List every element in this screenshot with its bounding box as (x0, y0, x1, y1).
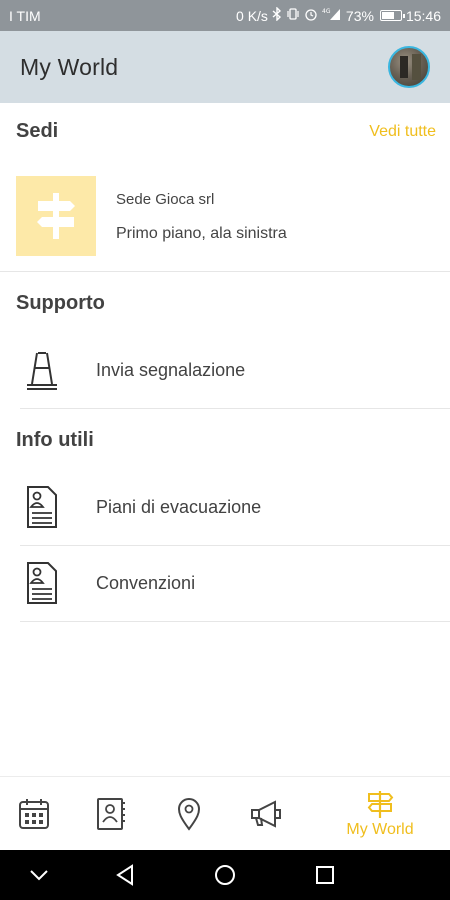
svg-text:4G: 4G (322, 8, 331, 15)
see-all-link[interactable]: Vedi tutte (369, 123, 436, 141)
nav-item-calendar[interactable] (14, 777, 54, 851)
row-divider (20, 621, 450, 622)
avatar[interactable] (388, 46, 430, 88)
traffic-cone-icon (22, 349, 62, 393)
list-item-label: Convenzioni (96, 573, 196, 593)
signpost-icon (367, 791, 394, 818)
nav-item-label: My World (346, 821, 414, 838)
hide-keyboard-icon[interactable] (24, 860, 54, 890)
bluetooth-icon (272, 6, 282, 24)
sede-thumbnail (16, 176, 96, 256)
location-pin-icon (177, 798, 201, 831)
nav-item-contacts[interactable] (91, 777, 131, 851)
info-heading: Info utili (16, 429, 94, 451)
page-title: My World (20, 53, 119, 80)
list-item-label: Piani di evacuazione (96, 497, 262, 517)
signal-icon: 4G (322, 7, 342, 24)
calendar-icon (19, 799, 49, 829)
home-icon[interactable] (210, 860, 240, 890)
clock: 15:46 (405, 7, 441, 24)
system-nav-bar (0, 850, 450, 900)
sede-detail: Primo piano, ala sinistra (116, 225, 287, 242)
section-divider (0, 271, 450, 272)
document-person-icon (22, 561, 62, 605)
battery-percent: 73% (345, 7, 374, 24)
bottom-nav: My World (0, 776, 450, 850)
status-bar: I TIM 0 K/s 4G 73% 15:46 (0, 0, 450, 31)
nav-item-locations[interactable] (169, 777, 209, 851)
battery-icon (379, 10, 405, 21)
recent-apps-icon[interactable] (310, 860, 340, 890)
document-person-icon (22, 485, 62, 529)
alarm-icon (304, 7, 318, 24)
signpost-icon (37, 193, 75, 239)
megaphone-icon (251, 800, 281, 828)
row-divider (20, 545, 450, 546)
nav-item-announcements[interactable] (246, 777, 286, 851)
sedi-heading: Sedi (16, 120, 59, 142)
back-icon[interactable] (110, 860, 140, 890)
status-icons: 0 K/s 4G 73% 15:46 (236, 6, 441, 24)
supporto-heading: Supporto (16, 292, 105, 314)
app-header: My World (0, 31, 450, 103)
contacts-book-icon (97, 798, 125, 830)
network-speed: 0 K/s (236, 7, 268, 24)
nav-item-my-world[interactable]: My World (330, 777, 430, 851)
sede-name: Sede Gioca srl (116, 191, 215, 208)
list-item-label: Invia segnalazione (96, 360, 246, 380)
row-divider (20, 408, 450, 409)
carrier-label: I TIM (9, 7, 41, 24)
vibrate-icon (286, 7, 300, 24)
